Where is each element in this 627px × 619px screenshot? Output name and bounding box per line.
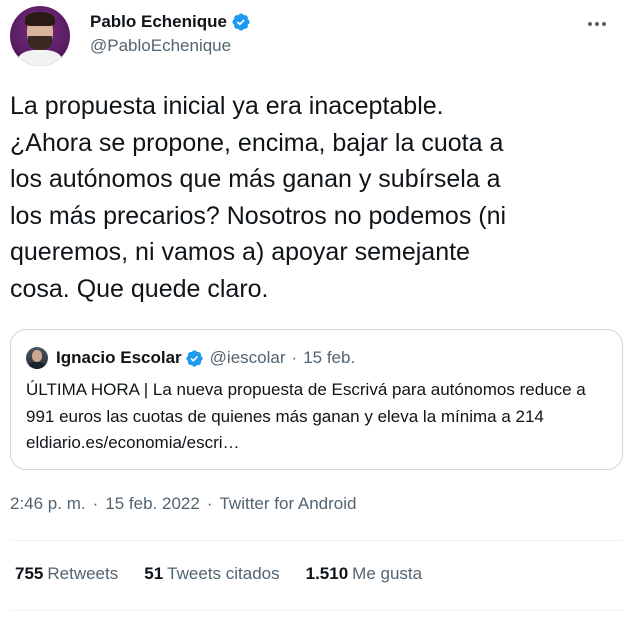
likes-label: Me gusta	[352, 564, 423, 583]
tweet-metadata: 2:46 p. m. · 15 feb. 2022 · Twitter for …	[10, 494, 357, 514]
tweet-header: Pablo Echenique @PabloEchenique	[10, 6, 617, 68]
retweets-label: Retweets	[47, 564, 119, 583]
quoted-avatar-face	[32, 350, 42, 362]
quoted-tweet-text: ÚLTIMA HORA | La nueva propuesta de Escr…	[26, 380, 586, 452]
divider	[10, 540, 623, 541]
more-options-icon[interactable]	[585, 14, 609, 34]
quoted-author-avatar	[26, 347, 48, 369]
quoted-author-handle: @iescolar	[209, 348, 286, 367]
quoted-separator: ·	[291, 348, 298, 367]
quoted-tweet-header: Ignacio Escolar @iescolar · 15 feb.	[26, 346, 355, 370]
author-handle[interactable]: @PabloEchenique	[90, 36, 251, 56]
meta-separator: ·	[92, 494, 99, 513]
meta-separator: ·	[206, 494, 213, 513]
quoted-avatar-body	[29, 362, 45, 369]
author-avatar[interactable]	[10, 6, 70, 66]
tweet: Pablo Echenique @PabloEchenique La propu…	[0, 0, 627, 619]
quote-tweets-stat[interactable]: 51 Tweets citados	[144, 564, 279, 584]
tweet-time[interactable]: 2:46 p. m.	[10, 494, 86, 514]
quoted-tweet[interactable]: Ignacio Escolar @iescolar · 15 feb. ÚLTI…	[10, 329, 623, 470]
avatar-hair	[25, 12, 55, 26]
tweet-stats: 755 Retweets 51 Tweets citados 1.510 Me gus…	[15, 564, 448, 584]
author-info: Pablo Echenique @PabloEchenique	[90, 10, 251, 56]
likes-stat[interactable]: 1.510 Me gusta	[306, 564, 422, 584]
author-name[interactable]: Pablo Echenique	[90, 12, 227, 32]
quote-tweets-count: 51	[144, 564, 164, 583]
retweets-stat[interactable]: 755 Retweets	[15, 564, 118, 584]
author-name-row: Pablo Echenique	[90, 10, 251, 34]
tweet-text: La propuesta inicial ya era inaceptable.…	[10, 92, 507, 303]
quote-tweets-label: Tweets citados	[167, 564, 280, 583]
avatar-shirt	[18, 50, 62, 66]
retweets-count: 755	[15, 564, 44, 583]
verified-badge-icon	[232, 13, 250, 31]
tweet-source[interactable]: Twitter for Android	[219, 494, 356, 514]
divider	[10, 610, 623, 611]
likes-count: 1.510	[305, 564, 349, 583]
quoted-verified-badge-icon	[186, 349, 203, 367]
quoted-date: 15 feb.	[303, 348, 356, 367]
quoted-author-name: Ignacio Escolar	[56, 348, 182, 367]
avatar-beard	[28, 36, 52, 50]
tweet-date[interactable]: 15 feb. 2022	[105, 494, 200, 514]
